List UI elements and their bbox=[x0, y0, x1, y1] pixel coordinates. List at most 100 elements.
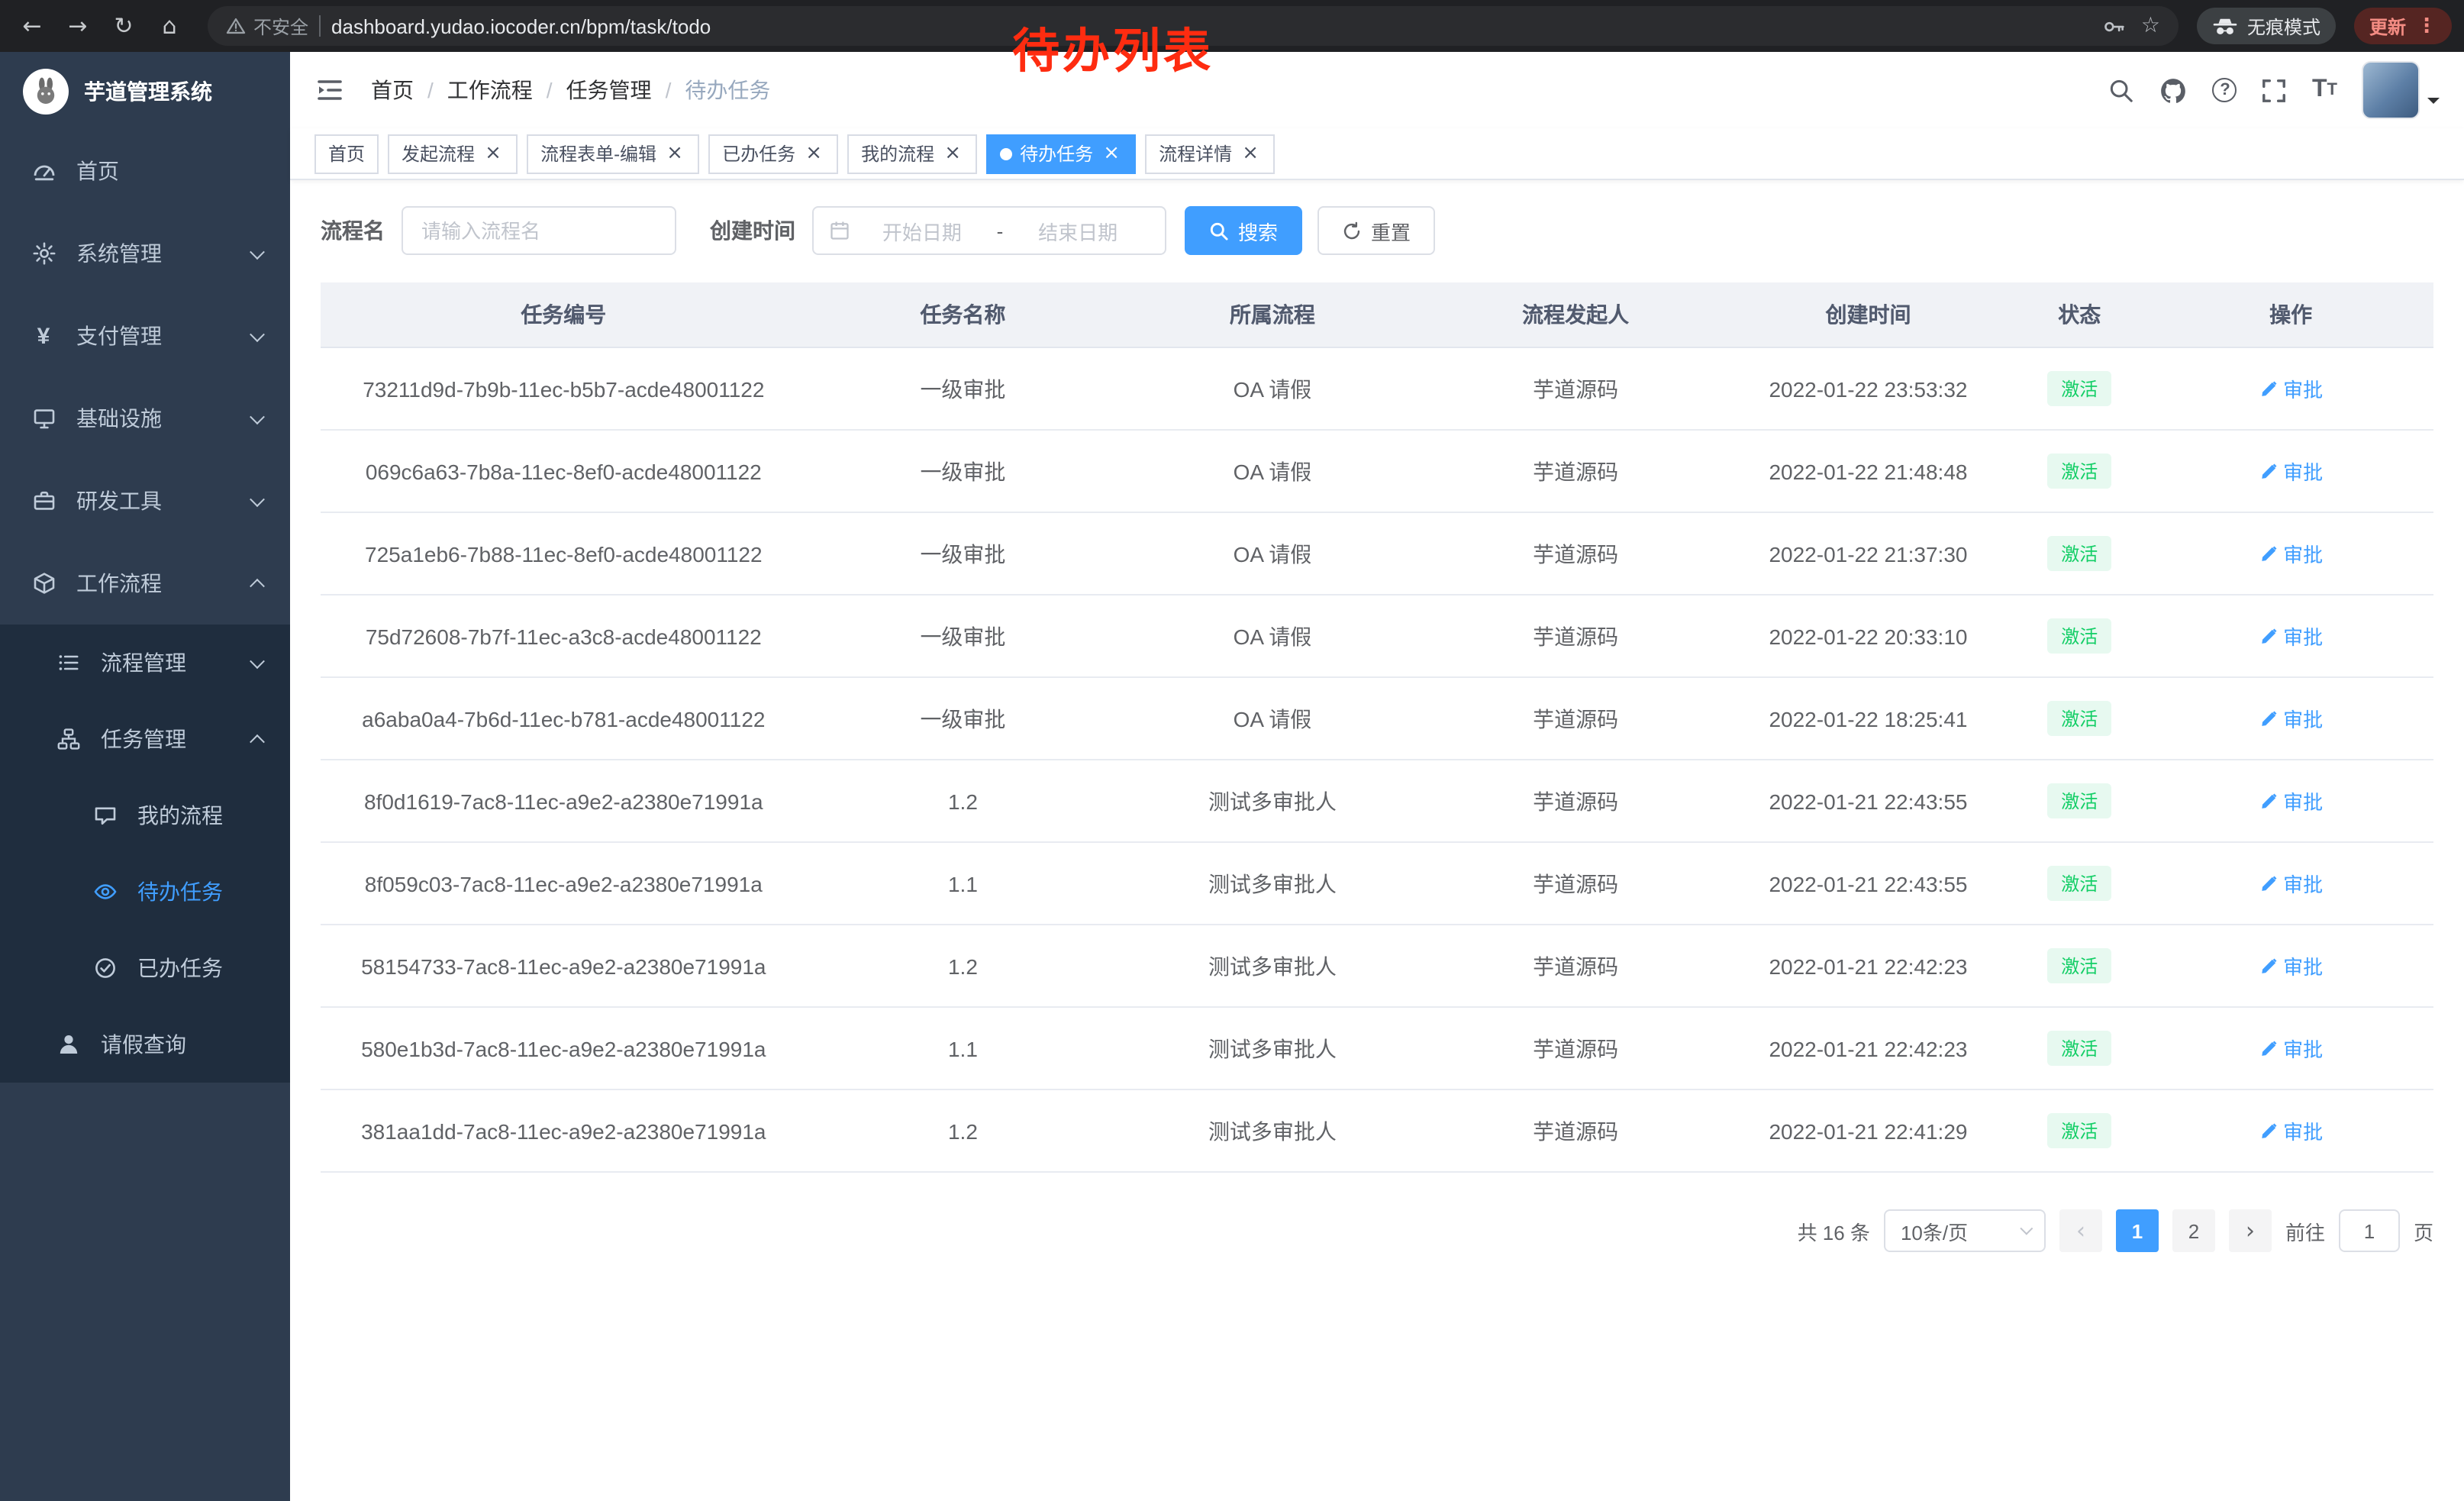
tab-待办任务[interactable]: 待办任务× bbox=[986, 134, 1136, 173]
page-size-select[interactable]: 10条/页 bbox=[1884, 1209, 2046, 1252]
status-cell: 激活 bbox=[2011, 1007, 2148, 1089]
approve-link[interactable]: 审批 bbox=[2259, 951, 2323, 980]
goto-page-input[interactable] bbox=[2339, 1209, 2400, 1252]
edit-pen-icon bbox=[2259, 709, 2277, 728]
tab-label: 流程表单-编辑 bbox=[540, 140, 656, 166]
sidebar-item-todo-task[interactable]: 待办任务 bbox=[0, 854, 290, 930]
approve-link[interactable]: 审批 bbox=[2259, 786, 2323, 815]
security-chip[interactable]: 不安全 bbox=[226, 13, 308, 39]
password-key-icon[interactable] bbox=[2103, 15, 2126, 37]
sidebar-item-task-mgmt[interactable]: 任务管理 bbox=[0, 701, 290, 777]
search-icon[interactable] bbox=[2109, 77, 2135, 103]
help-icon[interactable]: ? bbox=[2213, 78, 2237, 102]
bookmark-star-icon[interactable]: ☆ bbox=[2141, 14, 2160, 38]
tab-流程表单-编辑[interactable]: 流程表单-编辑 × bbox=[527, 134, 699, 173]
sidebar-item-system[interactable]: 系统管理 bbox=[0, 212, 290, 295]
sidebar-item-workflow[interactable]: 工作流程 bbox=[0, 542, 290, 625]
process-name-label: 流程名 bbox=[321, 215, 385, 246]
approve-link[interactable]: 审批 bbox=[2259, 374, 2323, 403]
browser-reload-icon[interactable]: ↻ bbox=[104, 6, 144, 46]
cube-icon bbox=[31, 571, 56, 596]
page-button-2[interactable]: 2 bbox=[2172, 1209, 2215, 1252]
approve-link[interactable]: 审批 bbox=[2259, 1116, 2323, 1145]
task-name-cell: 一级审批 bbox=[807, 430, 1120, 512]
prev-page-button[interactable]: ‹ bbox=[2059, 1209, 2102, 1252]
breadcrumb-workflow[interactable]: 工作流程 bbox=[447, 75, 566, 105]
task-id-cell: 381aa1dd-7ac8-11ec-a9e2-a2380e71991a bbox=[321, 1089, 807, 1172]
col-actions: 操作 bbox=[2148, 282, 2433, 347]
tab-已办任务[interactable]: 已办任务× bbox=[708, 134, 838, 173]
sidebar-item-payment[interactable]: ¥ 支付管理 bbox=[0, 295, 290, 377]
tab-流程详情[interactable]: 流程详情× bbox=[1145, 134, 1275, 173]
tab-发起流程[interactable]: 发起流程× bbox=[388, 134, 518, 173]
browser-back-icon[interactable]: ← bbox=[12, 6, 52, 46]
fullscreen-icon[interactable] bbox=[2262, 77, 2288, 103]
github-icon[interactable] bbox=[2159, 76, 2188, 105]
avatar[interactable] bbox=[2362, 61, 2420, 119]
close-icon[interactable]: × bbox=[664, 143, 685, 164]
approve-link-label: 审批 bbox=[2283, 1034, 2323, 1063]
close-icon[interactable]: × bbox=[482, 143, 504, 164]
next-page-button[interactable]: › bbox=[2229, 1209, 2272, 1252]
pagination-pages: 12 bbox=[2116, 1209, 2215, 1252]
approve-link[interactable]: 审批 bbox=[2259, 621, 2323, 650]
task-name-cell: 一级审批 bbox=[807, 677, 1120, 760]
workflow-submenu: 流程管理 任务管理 我的流程 bbox=[0, 625, 290, 1083]
sidebar-item-done-task[interactable]: 已办任务 bbox=[0, 930, 290, 1006]
col-task-id: 任务编号 bbox=[321, 282, 807, 347]
approve-link[interactable]: 审批 bbox=[2259, 1034, 2323, 1063]
sidebar-item-process-mgmt[interactable]: 流程管理 bbox=[0, 625, 290, 701]
close-icon[interactable]: × bbox=[1101, 143, 1122, 164]
approve-link-label: 审批 bbox=[2283, 621, 2323, 650]
chevron-down-icon bbox=[250, 653, 265, 668]
sidebar-collapse-icon[interactable] bbox=[314, 75, 345, 105]
tab-我的流程[interactable]: 我的流程 × bbox=[847, 134, 977, 173]
browser-forward-icon[interactable]: → bbox=[58, 6, 98, 46]
sidebar-item-my-process[interactable]: 我的流程 bbox=[0, 777, 290, 854]
action-cell: 审批 bbox=[2148, 595, 2433, 677]
app-logo bbox=[23, 68, 69, 114]
task-id-cell: 8f059c03-7ac8-11ec-a9e2-a2380e71991a bbox=[321, 842, 807, 925]
sidebar-item-leave-query[interactable]: 请假查询 bbox=[0, 1006, 290, 1083]
approve-link[interactable]: 审批 bbox=[2259, 457, 2323, 486]
tab-label: 我的流程 bbox=[861, 140, 934, 166]
action-cell: 审批 bbox=[2148, 842, 2433, 925]
close-icon[interactable]: × bbox=[1240, 143, 1261, 164]
action-cell: 审批 bbox=[2148, 1089, 2433, 1172]
tab-首页[interactable]: 首页 bbox=[314, 134, 379, 173]
active-tab-dot-icon bbox=[1000, 147, 1012, 160]
update-button[interactable]: 更新 ⋮ bbox=[2354, 8, 2452, 44]
end-date-placeholder: 结束日期 bbox=[1006, 216, 1150, 245]
user-menu[interactable] bbox=[2362, 61, 2440, 119]
task-name-cell: 一级审批 bbox=[807, 512, 1120, 595]
sidebar-item-home[interactable]: 首页 bbox=[0, 130, 290, 212]
font-size-icon[interactable]: TT bbox=[2312, 78, 2337, 102]
approve-link[interactable]: 审批 bbox=[2259, 704, 2323, 733]
process-name-input[interactable] bbox=[402, 206, 676, 255]
app-logo-row[interactable]: 芋道管理系统 bbox=[0, 52, 290, 130]
incognito-label: 无痕模式 bbox=[2247, 13, 2320, 39]
approve-link[interactable]: 审批 bbox=[2259, 869, 2323, 898]
breadcrumb-task-mgmt[interactable]: 任务管理 bbox=[566, 75, 685, 105]
status-cell: 激活 bbox=[2011, 677, 2148, 760]
sidebar-item-infra[interactable]: 基础设施 bbox=[0, 377, 290, 460]
sidebar-item-label: 基础设施 bbox=[76, 403, 252, 434]
action-cell: 审批 bbox=[2148, 925, 2433, 1007]
page-button-1[interactable]: 1 bbox=[2116, 1209, 2159, 1252]
app-window: 芋道管理系统 首页 系统管理 ¥ 支付管理 bbox=[0, 52, 2464, 1501]
person-icon bbox=[55, 1032, 81, 1057]
chevron-up-icon bbox=[250, 578, 265, 593]
close-icon[interactable]: × bbox=[803, 143, 824, 164]
close-icon[interactable]: × bbox=[942, 143, 963, 164]
task-name-cell: 1.2 bbox=[807, 760, 1120, 842]
breadcrumb-home[interactable]: 首页 bbox=[371, 75, 447, 105]
approve-link[interactable]: 审批 bbox=[2259, 539, 2323, 568]
browser-home-icon[interactable]: ⌂ bbox=[150, 6, 189, 46]
edit-pen-icon bbox=[2259, 462, 2277, 480]
sidebar-item-devtools[interactable]: 研发工具 bbox=[0, 460, 290, 542]
reset-button[interactable]: 重置 bbox=[1317, 206, 1435, 255]
search-button[interactable]: 搜索 bbox=[1185, 206, 1302, 255]
browser-menu-icon[interactable]: ⋮ bbox=[2417, 15, 2437, 37]
briefcase-icon bbox=[31, 489, 56, 513]
date-range-picker[interactable]: 开始日期 - 结束日期 bbox=[812, 206, 1166, 255]
